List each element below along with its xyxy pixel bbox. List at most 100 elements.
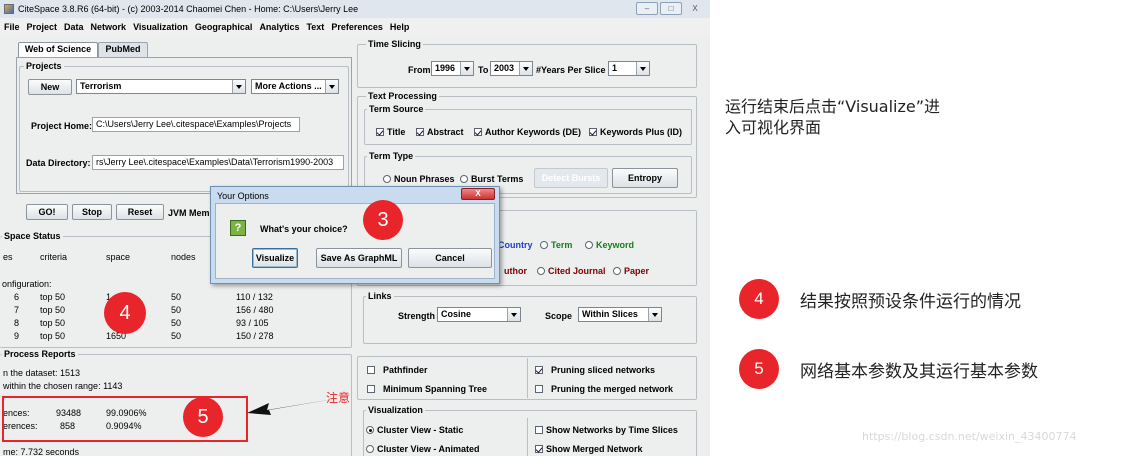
menu-data[interactable]: Data <box>64 22 84 32</box>
go-button[interactable]: GO! <box>26 204 68 220</box>
process-time: me: 7.732 seconds <box>3 447 80 456</box>
callout-4: 4 <box>104 292 146 334</box>
node-country-option[interactable]: Country <box>498 240 533 250</box>
status-row: 50 <box>171 318 182 328</box>
reset-button[interactable]: Reset <box>116 204 164 220</box>
burst-terms-radio[interactable]: Burst Terms <box>460 174 523 184</box>
instruction-text: 运行结束后点击“Visualize”进 入可视化界面 <box>725 96 940 138</box>
visualization-divider <box>527 418 528 456</box>
menu-file[interactable]: File <box>4 22 20 32</box>
detect-bursts-button[interactable]: Detect Bursts <box>534 168 608 188</box>
menu-analytics[interactable]: Analytics <box>259 22 299 32</box>
citespace-window: CiteSpace 3.8.R6 (64-bit) - (c) 2003-201… <box>0 0 710 456</box>
chevron-down-icon <box>507 308 520 321</box>
pruning-sliced-checkbox[interactable]: Pruning sliced networks <box>535 365 655 375</box>
cancel-button[interactable]: Cancel <box>408 248 492 268</box>
dialog-body: ? What's your choice? Visualize Save As … <box>215 203 495 279</box>
checkbox-icon <box>367 385 375 393</box>
data-directory-label: Data Directory: <box>26 158 91 168</box>
status-row: 9 <box>14 331 20 341</box>
node-keyword-radio[interactable]: Keyword <box>585 240 634 250</box>
status-row: 7 <box>14 305 20 315</box>
window-title: CiteSpace 3.8.R6 (64-bit) - (c) 2003-201… <box>18 4 359 14</box>
pruning-merged-checkbox[interactable]: Pruning the merged network <box>535 384 673 394</box>
time-slicing-legend: Time Slicing <box>366 39 423 49</box>
checkbox-icon <box>367 366 375 374</box>
node-paper-radio[interactable]: Paper <box>613 266 649 276</box>
radio-icon <box>537 267 545 275</box>
dialog-close-button[interactable]: X <box>461 188 495 200</box>
menu-project[interactable]: Project <box>27 22 58 32</box>
maximize-button[interactable]: □ <box>660 2 682 15</box>
status-row: 6 <box>14 292 20 302</box>
project-home-field[interactable]: C:\Users\Jerry Lee\.citespace\Examples\P… <box>92 117 300 132</box>
visualize-button[interactable]: Visualize <box>252 248 298 268</box>
menu-text[interactable]: Text <box>306 22 324 32</box>
source-author-keywords-checkbox[interactable]: Author Keywords (DE) <box>474 127 581 137</box>
data-directory-field[interactable]: rs\Jerry Lee\.citespace\Examples\Data\Te… <box>92 155 344 170</box>
to-year-select[interactable]: 2003 <box>490 61 533 76</box>
menu-help[interactable]: Help <box>390 22 410 32</box>
status-header-space: space <box>106 252 131 262</box>
cluster-view-static-radio[interactable]: Cluster View - Static <box>366 425 463 435</box>
node-term-radio[interactable]: Term <box>540 240 572 250</box>
projects-legend: Projects <box>24 61 64 71</box>
status-row: top 50 <box>40 292 66 302</box>
process-total-records: n the dataset: 1513 <box>3 368 81 378</box>
text-processing-legend: Text Processing <box>366 91 439 101</box>
status-row: 156 / 480 <box>236 305 274 315</box>
title-bar: CiteSpace 3.8.R6 (64-bit) - (c) 2003-201… <box>0 0 710 18</box>
legend-4-text: 结果按照预设条件运行的情况 <box>800 292 1021 312</box>
app-icon <box>4 4 14 14</box>
menu-geographical[interactable]: Geographical <box>195 22 253 32</box>
tab-pubmed[interactable]: PubMed <box>98 42 148 57</box>
your-options-dialog: Your Options X ? What's your choice? Vis… <box>210 186 500 284</box>
status-row: 110 / 132 <box>236 292 273 302</box>
strength-select[interactable]: Cosine <box>437 307 521 322</box>
checkbox-checked-icon <box>535 445 543 453</box>
project-select[interactable]: Terrorism <box>76 79 246 94</box>
noun-phrases-radio[interactable]: Noun Phrases <box>383 174 455 184</box>
source-keywords-plus-checkbox[interactable]: Keywords Plus (ID) <box>589 127 682 137</box>
tab-web-of-science[interactable]: Web of Science <box>18 42 98 57</box>
close-window-button[interactable]: X <box>684 2 706 15</box>
status-row: 50 <box>171 305 182 315</box>
menu-network[interactable]: Network <box>91 22 127 32</box>
pathfinder-checkbox[interactable]: Pathfinder <box>367 365 428 375</box>
years-per-slice-select[interactable]: 1 <box>608 61 650 76</box>
new-project-button[interactable]: New <box>28 79 72 95</box>
checkbox-checked-icon <box>376 128 384 136</box>
checkbox-checked-icon <box>474 128 482 136</box>
links-legend: Links <box>366 291 394 301</box>
close-icon: X <box>475 189 481 198</box>
radio-icon <box>540 241 548 249</box>
legend-4-badge: 4 <box>739 279 779 319</box>
checkbox-icon <box>535 385 543 393</box>
radio-icon <box>366 445 374 453</box>
chevron-down-icon <box>648 308 661 321</box>
minimum-spanning-tree-checkbox[interactable]: Minimum Spanning Tree <box>367 384 487 394</box>
more-actions-select[interactable]: More Actions ... <box>251 79 339 94</box>
entropy-button[interactable]: Entropy <box>612 168 678 188</box>
status-header-nodes: nodes <box>171 252 196 262</box>
source-title-checkbox[interactable]: Title <box>376 127 405 137</box>
source-abstract-checkbox[interactable]: Abstract <box>416 127 464 137</box>
status-row: 8 <box>14 318 20 328</box>
node-author-option[interactable]: uthor <box>504 266 527 276</box>
node-cited-journal-radio[interactable]: Cited Journal <box>537 266 606 276</box>
menu-visualization[interactable]: Visualization <box>133 22 188 32</box>
term-type-legend: Term Type <box>367 151 416 161</box>
show-networks-by-slices-checkbox[interactable]: Show Networks by Time Slices <box>535 425 678 435</box>
menu-preferences[interactable]: Preferences <box>331 22 383 32</box>
process-reports-legend: Process Reports <box>2 349 78 359</box>
show-merged-network-checkbox[interactable]: Show Merged Network <box>535 444 643 454</box>
legend-5-text: 网络基本参数及其运行基本参数 <box>800 362 1038 382</box>
stop-button[interactable]: Stop <box>72 204 112 220</box>
minimize-button[interactable]: – <box>636 2 658 15</box>
status-row: 93 / 105 <box>236 318 269 328</box>
scope-select[interactable]: Within Slices <box>578 307 662 322</box>
save-as-graphml-button[interactable]: Save As GraphML <box>316 248 402 268</box>
from-year-select[interactable]: 1996 <box>431 61 474 76</box>
chevron-down-icon <box>460 62 473 75</box>
cluster-view-animated-radio[interactable]: Cluster View - Animated <box>366 444 480 454</box>
